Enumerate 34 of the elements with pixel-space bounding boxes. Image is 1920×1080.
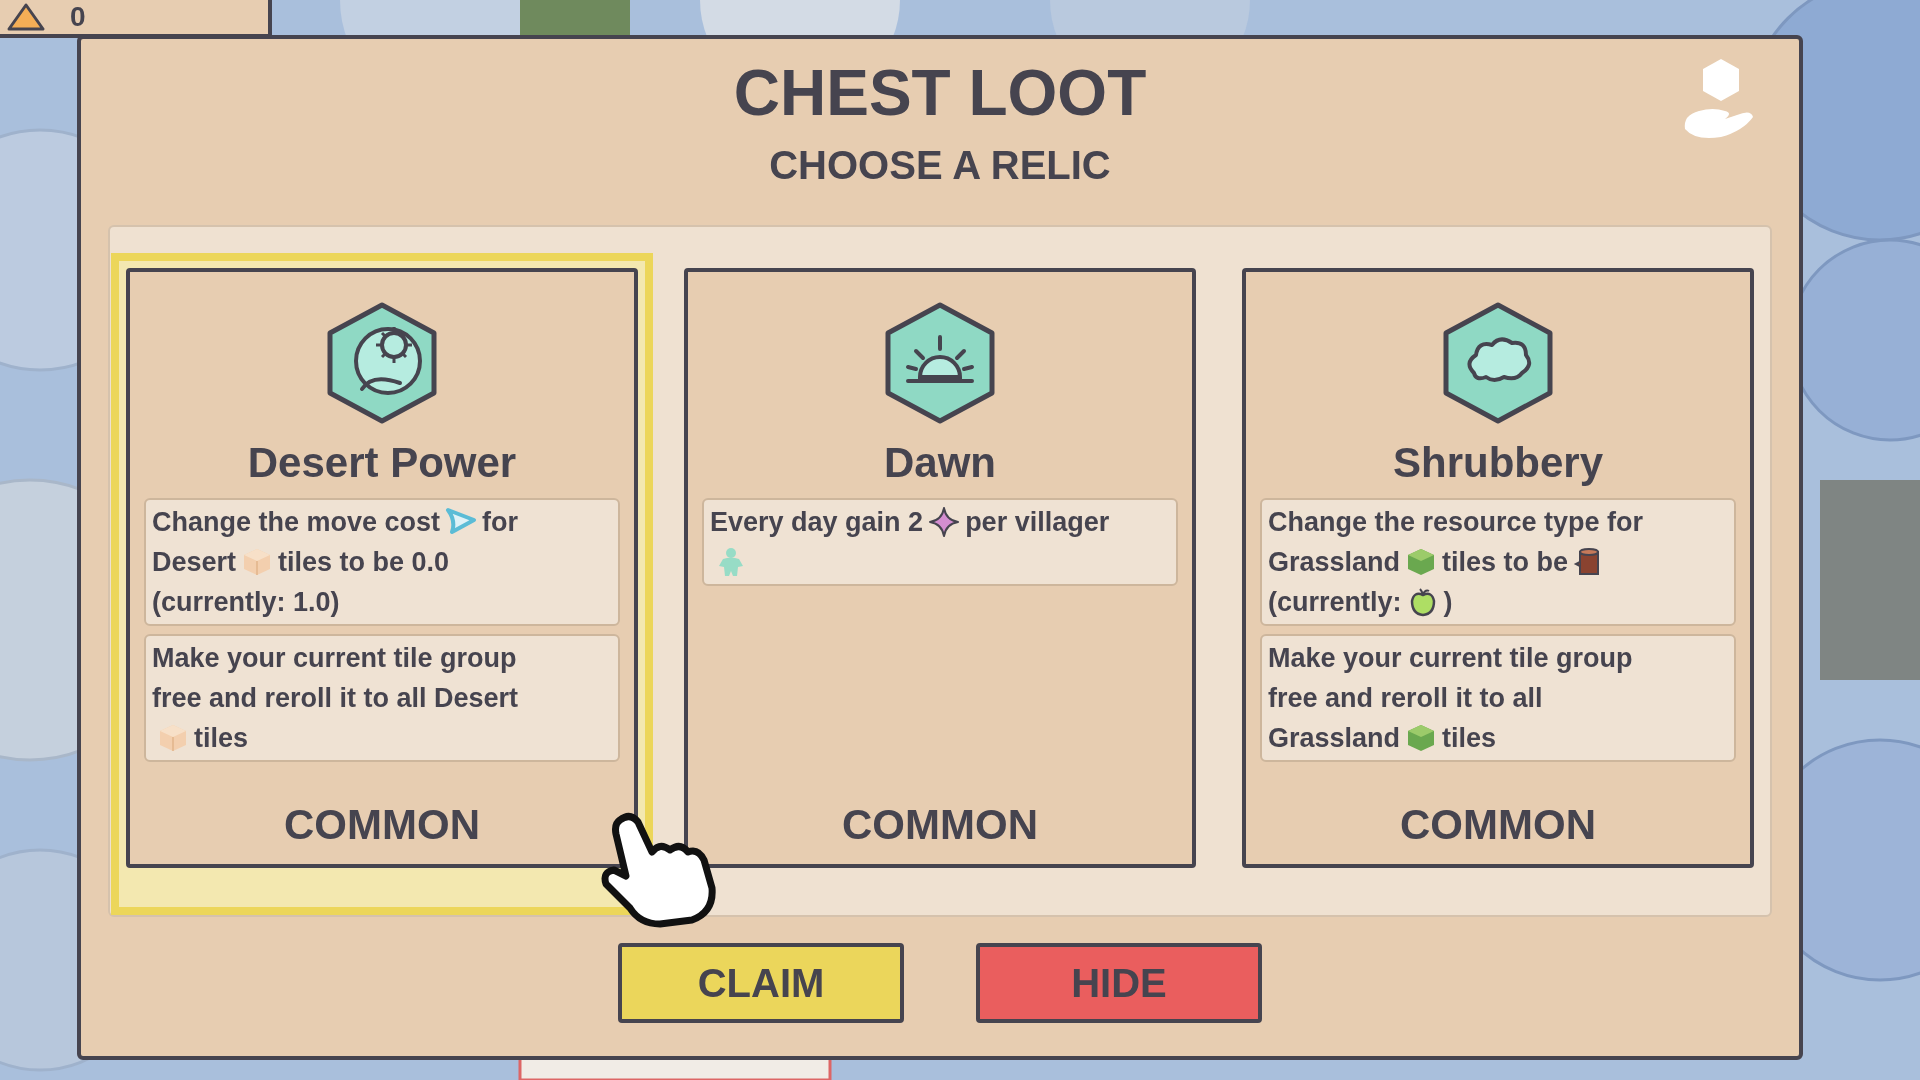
effect-text: free and reroll it to all [1268,682,1543,716]
rarity-label: COMMON [284,804,480,846]
effect-text: Make your current tile group [152,642,517,676]
hud-counter: 0 [70,3,86,31]
effect-text: Make your current tile group [1268,642,1633,676]
relic-name: Desert Power [247,440,517,487]
warning-icon [6,3,46,31]
effect-text: Change the move cost [152,506,441,540]
effect-text: tiles [194,722,249,756]
claim-button[interactable]: CLAIM [618,943,904,1023]
effect-text: free and reroll it to all Desert [152,682,519,716]
effect-text: ) [1443,586,1453,620]
effect-text: per villager [965,506,1110,540]
effect-text: (currently: [1268,586,1402,620]
dialog-title: CHEST LOOT [733,61,1147,125]
rarity-label: COMMON [1400,804,1596,846]
effect-text: Every day gain 2 [710,506,924,540]
effect-text: Change the resource type for [1268,506,1644,540]
relic-card-highlight[interactable]: Shrubbery Change the resource type for Grassland tiles to be (currently: ) Make your current tile group free and reroll it to all Grassland tiles COMMON [1227,253,1769,915]
relic-name: Shrubbery [1392,440,1603,487]
effect-text: tiles to be [1442,546,1569,580]
rarity-label: COMMON [842,804,1038,846]
effect-text: Grassland [1268,546,1401,580]
effect-text: tiles to be 0.0 [278,546,450,580]
relic-name: Dawn [884,440,996,487]
effect-text: Desert [152,546,237,580]
dialog-subtitle: CHOOSE A RELIC [769,145,1111,185]
relic-card-highlight[interactable]: Desert Power Change the move cost for Desert tiles to be 0.0 (currently: 1.0) Make your current tile group free and reroll it to all Desert tiles COMMON [111,253,653,915]
effect-text: (currently: 1.0) [152,586,340,620]
sparkle-icon [927,506,962,539]
effect-text: tiles [1442,722,1497,756]
relic-card-highlight[interactable]: Dawn Every day gain 2 per villager COMMON [669,253,1211,915]
effect-text: Grassland [1268,722,1401,756]
effect-text: for [482,506,519,540]
